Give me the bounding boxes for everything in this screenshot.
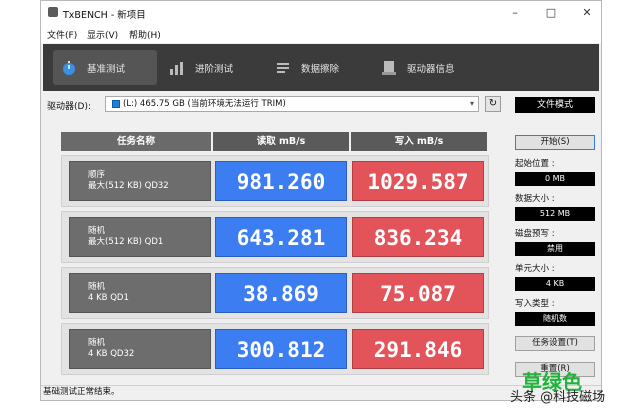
task-label[interactable]: 顺序 最大(512 KB) QD32 bbox=[69, 161, 211, 201]
header-write: 写入 mB/s bbox=[351, 132, 487, 151]
write-value: 291.846 bbox=[352, 329, 484, 369]
task-type: 随机 bbox=[88, 282, 106, 292]
task-detail: 最大(512 KB) QD1 bbox=[88, 237, 164, 247]
read-value: 643.281 bbox=[215, 217, 347, 257]
task-settings-button[interactable]: 任务设置(T) bbox=[515, 336, 595, 351]
toolbar: 基准测试 进阶测试 数据擦除 驱动器信息 bbox=[43, 44, 599, 91]
tab-drive-info-label: 驱动器信息 bbox=[407, 63, 455, 75]
header-task-name: 任务名称 bbox=[61, 132, 211, 151]
app-icon bbox=[48, 7, 58, 17]
start-position-label: 起始位置 : bbox=[515, 159, 555, 169]
write-value: 836.234 bbox=[352, 217, 484, 257]
data-size-label: 数据大小 : bbox=[515, 194, 555, 204]
prewrite-value[interactable]: 禁用 bbox=[515, 242, 595, 256]
write-value: 1029.587 bbox=[352, 161, 484, 201]
tab-erase-label: 数据擦除 bbox=[301, 63, 340, 75]
bar-chart-icon bbox=[168, 59, 186, 77]
title-bar: TxBENCH - 新项目 – □ ✕ bbox=[41, 1, 601, 25]
prewrite-label: 磁盘预写 : bbox=[515, 229, 555, 239]
task-label[interactable]: 随机 4 KB QD32 bbox=[69, 329, 211, 369]
refresh-icon: ↻ bbox=[488, 98, 498, 109]
tab-advanced-label: 进阶测试 bbox=[195, 63, 234, 75]
task-detail: 4 KB QD1 bbox=[88, 293, 129, 303]
drive-select[interactable]: (L:) 465.75 GB (当前环境无法运行 TRIM) ▾ bbox=[105, 96, 479, 112]
tab-benchmark[interactable]: 基准测试 bbox=[53, 50, 157, 85]
task-type: 随机 bbox=[88, 226, 106, 236]
start-button[interactable]: 开始(S) bbox=[515, 135, 595, 150]
write-value: 75.087 bbox=[352, 273, 484, 313]
unit-size-value[interactable]: 4 KB bbox=[515, 277, 595, 291]
eraser-icon bbox=[274, 59, 292, 77]
write-type-value[interactable]: 随机数 bbox=[515, 312, 595, 326]
task-label[interactable]: 随机 4 KB QD1 bbox=[69, 273, 211, 313]
task-label[interactable]: 随机 最大(512 KB) QD1 bbox=[69, 217, 211, 257]
mode-button[interactable]: 文件模式 bbox=[515, 97, 595, 113]
tab-drive-info[interactable]: 驱动器信息 bbox=[373, 50, 493, 85]
start-position-value[interactable]: 0 MB bbox=[515, 172, 595, 186]
window-title: TxBENCH - 新项目 bbox=[63, 10, 146, 21]
header-read: 读取 mB/s bbox=[213, 132, 349, 151]
app-window: TxBENCH - 新项目 – □ ✕ 文件(F) 显示(V) 帮助(H) 基准… bbox=[40, 0, 602, 401]
task-type: 顺序 bbox=[88, 170, 106, 180]
drive-label: 驱动器(D): bbox=[47, 102, 91, 112]
menu-file[interactable]: 文件(F) bbox=[47, 28, 77, 41]
unit-size-label: 单元大小 : bbox=[515, 264, 555, 274]
tab-erase[interactable]: 数据擦除 bbox=[267, 50, 367, 85]
stopwatch-icon bbox=[60, 59, 78, 77]
data-size-value[interactable]: 512 MB bbox=[515, 207, 595, 221]
maximize-button[interactable]: □ bbox=[539, 5, 563, 21]
tab-advanced[interactable]: 进阶测试 bbox=[161, 50, 261, 85]
task-detail: 4 KB QD32 bbox=[88, 349, 135, 359]
drive-icon bbox=[112, 100, 120, 108]
drive-selected-value: (L:) 465.75 GB (当前环境无法运行 TRIM) bbox=[123, 99, 286, 109]
menu-view[interactable]: 显示(V) bbox=[87, 28, 118, 41]
read-value: 981.260 bbox=[215, 161, 347, 201]
task-type: 随机 bbox=[88, 338, 106, 348]
write-type-label: 写入类型 : bbox=[515, 299, 555, 309]
tab-benchmark-label: 基准测试 bbox=[87, 63, 126, 75]
drive-info-icon bbox=[380, 59, 398, 77]
chevron-down-icon: ▾ bbox=[469, 99, 474, 108]
minimize-button[interactable]: – bbox=[503, 5, 527, 21]
close-button[interactable]: ✕ bbox=[575, 5, 599, 21]
menu-bar: 文件(F) 显示(V) 帮助(H) bbox=[41, 25, 601, 43]
menu-help[interactable]: 帮助(H) bbox=[129, 28, 161, 41]
refresh-button[interactable]: ↻ bbox=[485, 96, 501, 112]
read-value: 38.869 bbox=[215, 273, 347, 313]
watermark-credit: 头条 @科技磁场 bbox=[510, 390, 606, 405]
task-detail: 最大(512 KB) QD32 bbox=[88, 181, 169, 191]
read-value: 300.812 bbox=[215, 329, 347, 369]
